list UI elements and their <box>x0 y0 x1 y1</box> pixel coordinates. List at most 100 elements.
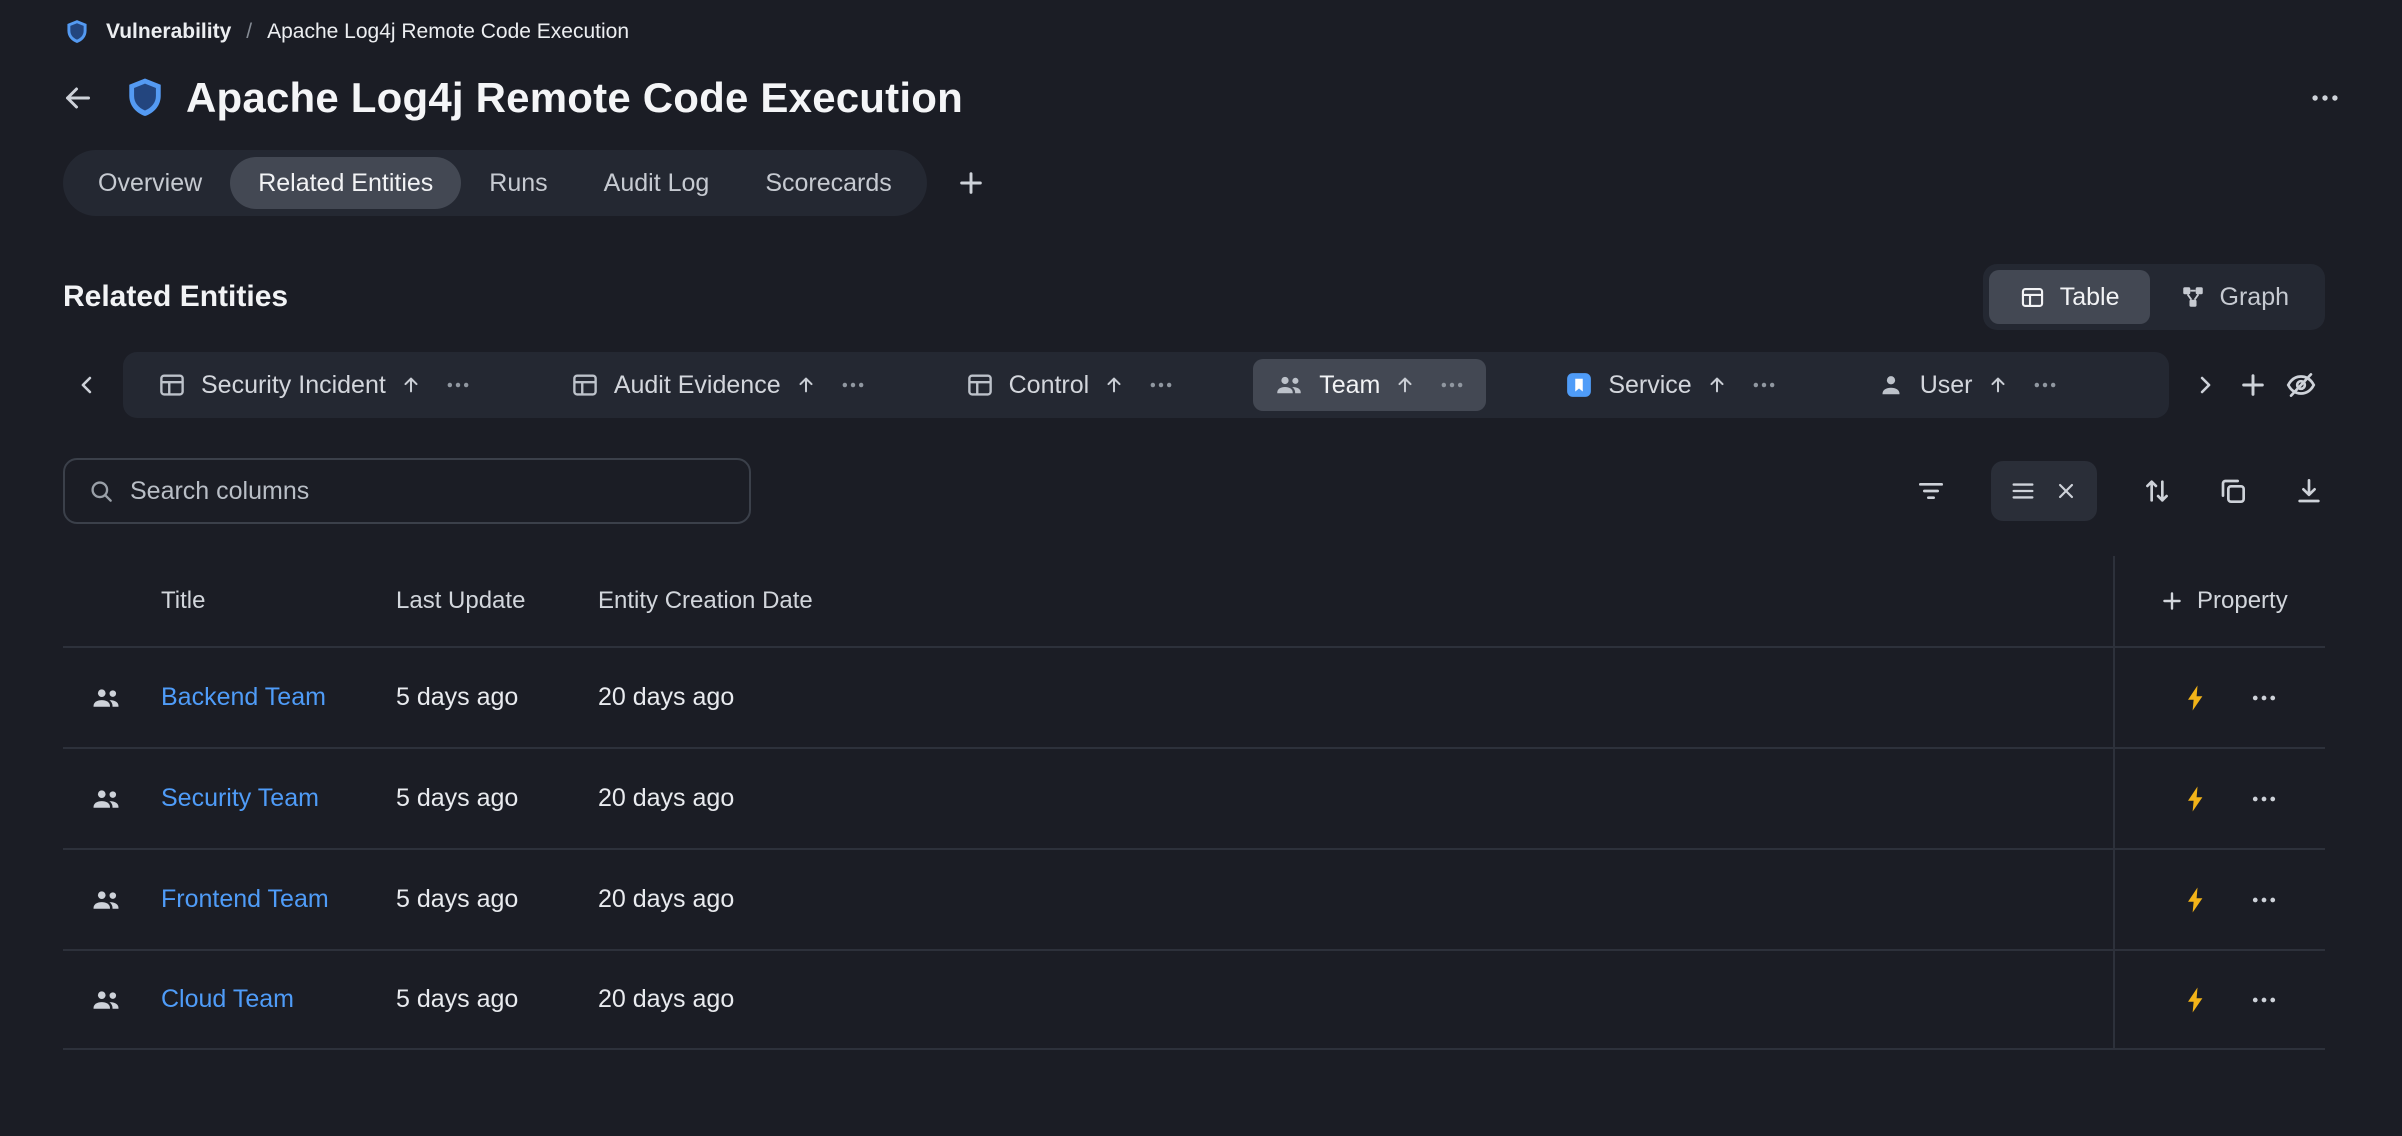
entity-link[interactable]: Backend Team <box>161 683 326 711</box>
sort-asc-icon[interactable] <box>1103 374 1125 396</box>
tab-runs[interactable]: Runs <box>461 157 575 209</box>
breadcrumb-section[interactable]: Vulnerability <box>106 20 231 44</box>
entity-tab-service[interactable]: Service <box>1544 359 1797 411</box>
entity-tab-label: Security Incident <box>201 371 386 400</box>
table-icon <box>965 370 995 400</box>
entity-tab-audit-evidence[interactable]: Audit Evidence <box>550 359 887 411</box>
tab-scorecards[interactable]: Scorecards <box>737 157 919 209</box>
scroll-right-button[interactable] <box>2181 361 2229 409</box>
table-tools <box>1915 461 2325 521</box>
people-icon <box>89 681 123 715</box>
tab-audit-log[interactable]: Audit Log <box>576 157 738 209</box>
last-update-cell: 5 days ago <box>396 985 598 1014</box>
page-title: Apache Log4j Remote Code Execution <box>186 74 963 122</box>
entity-link[interactable]: Frontend Team <box>161 885 329 913</box>
scroll-left-button[interactable] <box>63 361 111 409</box>
tab-overview[interactable]: Overview <box>70 157 230 209</box>
row-menu-button[interactable] <box>2249 784 2279 814</box>
table-header: Title Last Update Entity Creation Date P… <box>63 556 2325 646</box>
column-last-update[interactable]: Last Update <box>396 587 598 615</box>
tab-options-icon[interactable] <box>1750 371 1778 399</box>
automation-bolt-button[interactable] <box>2181 985 2211 1015</box>
sort-asc-icon[interactable] <box>1706 374 1728 396</box>
download-button[interactable] <box>2293 475 2325 507</box>
table-row: Frontend Team 5 days ago 20 days ago <box>63 848 2325 949</box>
back-button[interactable] <box>52 72 104 124</box>
people-icon <box>89 883 123 917</box>
entity-link[interactable]: Security Team <box>161 784 319 812</box>
row-menu-button[interactable] <box>2249 985 2279 1015</box>
table-toolbar <box>63 458 2325 524</box>
view-toggle-graph[interactable]: Graph <box>2150 270 2319 324</box>
clear-icon[interactable] <box>2053 478 2079 504</box>
sort-asc-icon[interactable] <box>400 374 422 396</box>
related-entities-section-header: Related Entities Table Graph <box>63 262 2325 332</box>
entity-tab-label: Audit Evidence <box>614 371 781 400</box>
last-update-cell: 5 days ago <box>396 784 598 813</box>
column-title[interactable]: Title <box>161 587 396 615</box>
entity-tab-label: User <box>1920 371 1973 400</box>
page-header: Apache Log4j Remote Code Execution <box>52 58 2342 138</box>
tab-options-icon[interactable] <box>2031 371 2059 399</box>
sort-asc-icon[interactable] <box>1987 374 2009 396</box>
hide-tabs-icon[interactable] <box>2277 361 2325 409</box>
breadcrumb-current-page: Apache Log4j Remote Code Execution <box>267 20 629 44</box>
copy-button[interactable] <box>2217 475 2249 507</box>
graph-view-icon <box>2180 284 2206 310</box>
group-by-chip[interactable] <box>1991 461 2097 521</box>
add-property-label: Property <box>2197 587 2288 615</box>
entity-tabs-row: Security Incident Audit Evidence Control… <box>63 352 2325 418</box>
add-entity-tab-button[interactable] <box>2229 361 2277 409</box>
entity-tab-user[interactable]: User <box>1856 359 2079 411</box>
breadcrumb-separator: / <box>246 20 252 44</box>
creation-date-cell: 20 days ago <box>598 683 2113 712</box>
tab-options-icon[interactable] <box>1147 371 1175 399</box>
automation-bolt-button[interactable] <box>2181 683 2211 713</box>
people-icon <box>89 983 123 1017</box>
page-tabs-pill: Overview Related Entities Runs Audit Log… <box>63 150 927 216</box>
sort-asc-icon[interactable] <box>1394 374 1416 396</box>
entity-tabs-bar: Security Incident Audit Evidence Control… <box>123 352 2169 418</box>
entity-tab-label: Team <box>1319 371 1380 400</box>
automation-bolt-button[interactable] <box>2181 784 2211 814</box>
shield-icon <box>122 75 168 121</box>
entity-tab-team[interactable]: Team <box>1253 359 1486 411</box>
tab-related-entities[interactable]: Related Entities <box>230 157 461 209</box>
plus-icon <box>2159 588 2185 614</box>
column-entity-creation-date[interactable]: Entity Creation Date <box>598 587 2113 615</box>
people-icon <box>1273 369 1305 401</box>
automation-bolt-button[interactable] <box>2181 885 2211 915</box>
people-icon <box>89 782 123 816</box>
add-tab-button[interactable] <box>955 167 987 199</box>
table-row: Cloud Team 5 days ago 20 days ago <box>63 949 2325 1050</box>
tab-options-icon[interactable] <box>1438 371 1466 399</box>
add-property-button[interactable]: Property <box>2113 556 2325 646</box>
filter-button[interactable] <box>1915 475 1947 507</box>
breadcrumb: Vulnerability / Apache Log4j Remote Code… <box>63 12 629 52</box>
search-box <box>63 458 751 524</box>
view-toggle-table[interactable]: Table <box>1989 270 2150 324</box>
sort-asc-icon[interactable] <box>795 374 817 396</box>
shield-icon <box>63 18 91 46</box>
person-icon <box>1876 370 1906 400</box>
entity-tab-label: Service <box>1608 371 1691 400</box>
entity-link[interactable]: Cloud Team <box>161 985 294 1013</box>
entity-tab-security-incident[interactable]: Security Incident <box>137 359 492 411</box>
table-view-label: Table <box>2060 283 2120 312</box>
tab-options-icon[interactable] <box>444 371 472 399</box>
list-icon <box>2009 477 2037 505</box>
tab-options-icon[interactable] <box>839 371 867 399</box>
creation-date-cell: 20 days ago <box>598 985 2113 1014</box>
page-more-button[interactable] <box>2308 81 2342 115</box>
search-input[interactable] <box>130 477 727 506</box>
row-menu-button[interactable] <box>2249 885 2279 915</box>
row-menu-button[interactable] <box>2249 683 2279 713</box>
entities-table: Title Last Update Entity Creation Date P… <box>63 556 2325 1050</box>
entity-tab-label: Control <box>1009 371 1090 400</box>
last-update-cell: 5 days ago <box>396 683 598 712</box>
entity-tab-control[interactable]: Control <box>945 359 1196 411</box>
table-row: Backend Team 5 days ago 20 days ago <box>63 646 2325 747</box>
table-row: Security Team 5 days ago 20 days ago <box>63 747 2325 848</box>
last-update-cell: 5 days ago <box>396 885 598 914</box>
sort-rows-button[interactable] <box>2141 475 2173 507</box>
